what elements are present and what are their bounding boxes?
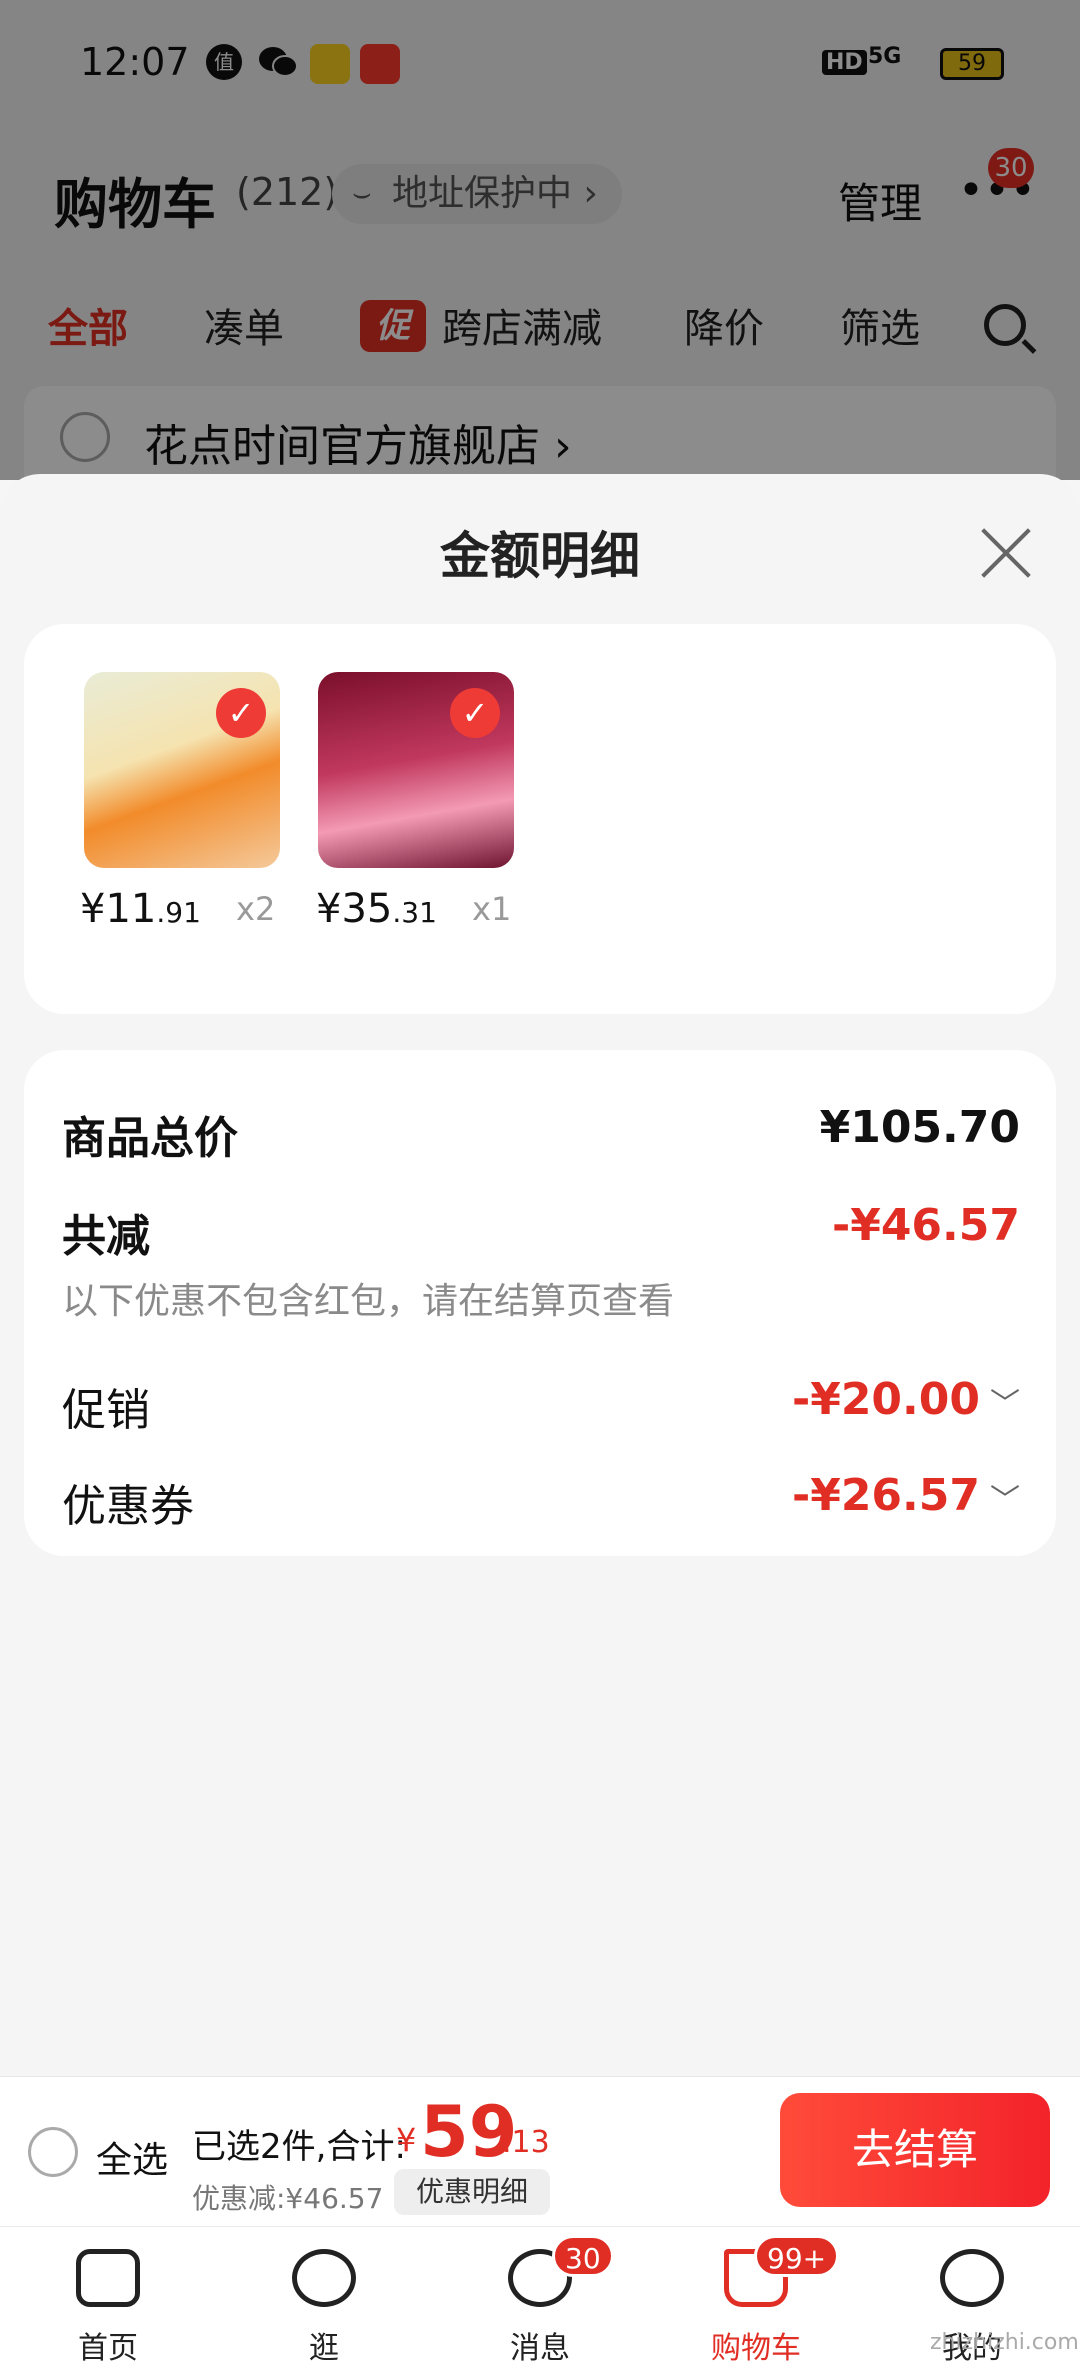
home-icon	[76, 2249, 140, 2307]
coupon-label: 优惠券	[62, 1481, 194, 1532]
select-all-radio[interactable]	[28, 2127, 78, 2177]
promo-value: -¥20.00	[791, 1374, 980, 1425]
promo-label: 促销	[62, 1385, 150, 1436]
modal-overlay[interactable]	[0, 0, 1080, 480]
cart-page-background: 12:07 值 HD 5G 59 购物车 (212) ⌣ 地址保护中 › 管理 …	[0, 0, 1080, 496]
messages-badge: 30	[552, 2235, 614, 2277]
saved-amount: 优惠减:¥46.57	[192, 2182, 384, 2215]
coupon-row[interactable]: -¥26.57 ﹀	[792, 1470, 1020, 1521]
reduce-value: -¥46.57	[831, 1200, 1020, 1251]
tab-browse[interactable]: 逛	[244, 2227, 404, 2376]
coupon-value: -¥26.57	[791, 1470, 980, 1521]
amount-detail-sheet: 金额明细 ✓ ¥11.91 x2 ✓ ¥35.31 x1 商品总价 ¥105.7…	[0, 474, 1080, 2074]
checkout-bar: 全选 已选2件,合计: ¥ 59 .13 优惠减:¥46.57 优惠明细 去结算	[0, 2076, 1080, 2226]
tab-home-label: 首页	[78, 2331, 138, 2366]
cart-badge: 99+	[754, 2235, 840, 2277]
chevron-down-icon: ﹀	[990, 1387, 1020, 1422]
selected-summary: 已选2件,合计:	[192, 2127, 406, 2167]
total-decimal: .13	[502, 2125, 550, 2160]
reduce-label: 共减	[62, 1211, 150, 1262]
close-icon[interactable]	[978, 524, 1034, 580]
discount-detail-button[interactable]: 优惠明细	[394, 2169, 550, 2215]
reduce-hint: 以下优惠不包含红包，请在结算页查看	[62, 1281, 675, 1322]
total-currency: ¥	[396, 2121, 417, 2159]
item-qty: x1	[472, 890, 512, 928]
tab-home[interactable]: 首页	[28, 2227, 188, 2376]
items-card: ✓ ¥11.91 x2 ✓ ¥35.31 x1	[24, 624, 1056, 1014]
tab-browse-label: 逛	[309, 2331, 339, 2366]
item-price: ¥35.31	[316, 886, 437, 932]
tab-cart-label: 购物车	[711, 2331, 801, 2366]
checkout-button[interactable]: 去结算	[780, 2093, 1050, 2207]
item-qty: x2	[236, 890, 276, 928]
profile-icon	[940, 2249, 1004, 2307]
bottom-tabbar: 首页 逛 30 消息 99+ 购物车 我的	[0, 2226, 1080, 2376]
watermark: zhizhizhi.com	[930, 2330, 1079, 2355]
tab-messages-label: 消息	[510, 2331, 570, 2366]
tab-cart[interactable]: 99+ 购物车	[676, 2227, 840, 2376]
promo-row[interactable]: -¥20.00 ﹀	[792, 1374, 1020, 1425]
checkmark-icon: ✓	[216, 688, 266, 738]
sheet-title: 金额明细	[440, 527, 640, 585]
tab-messages[interactable]: 30 消息	[460, 2227, 620, 2376]
summary-card: 商品总价 ¥105.70 共减 -¥46.57 以下优惠不包含红包，请在结算页查…	[24, 1050, 1056, 1556]
chevron-down-icon: ﹀	[990, 1483, 1020, 1518]
browse-icon	[292, 2249, 356, 2307]
select-all-label[interactable]: 全选	[96, 2131, 168, 2183]
checkmark-icon: ✓	[450, 688, 500, 738]
item-price: ¥11.91	[80, 886, 201, 932]
product-image: ✓	[84, 672, 280, 868]
total-value: ¥105.70	[819, 1102, 1020, 1153]
total-label: 商品总价	[62, 1113, 238, 1164]
product-image: ✓	[318, 672, 514, 868]
